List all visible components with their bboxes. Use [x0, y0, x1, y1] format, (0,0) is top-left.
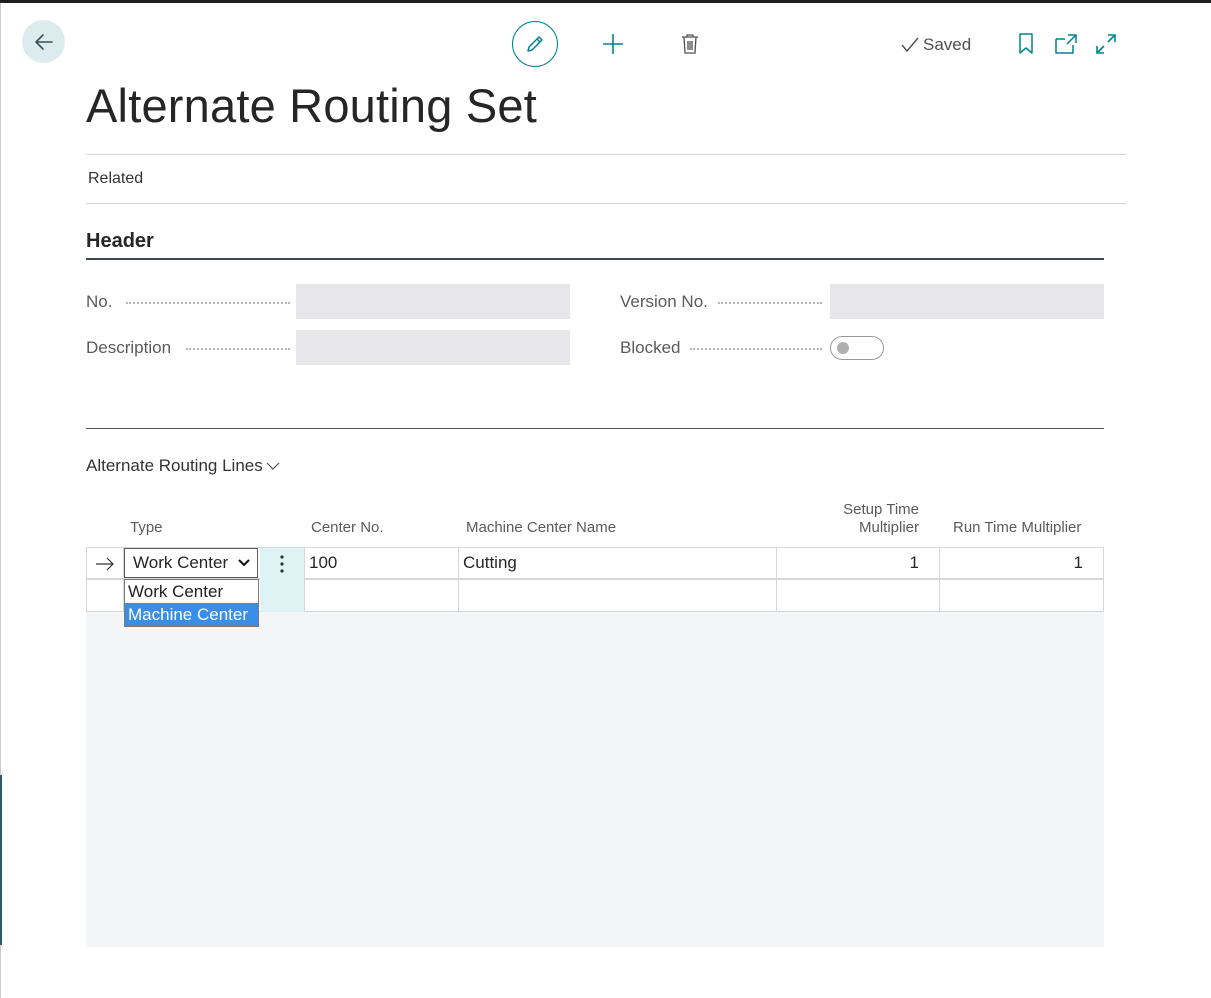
- column-header-line: Setup Time: [843, 501, 919, 518]
- no-field[interactable]: [296, 284, 570, 319]
- saved-label: Saved: [923, 35, 972, 54]
- setup-time-multiplier-cell[interactable]: 1: [776, 547, 940, 579]
- chevron-down-icon: [266, 462, 280, 470]
- back-button[interactable]: [22, 20, 65, 63]
- dropdown-option-work-center[interactable]: Work Center: [125, 580, 258, 603]
- center-no-cell[interactable]: 100: [304, 547, 459, 579]
- machine-center-name-cell[interactable]: [458, 579, 777, 612]
- lines-grid-empty-area: [86, 612, 1104, 947]
- chevron-down-icon: [238, 559, 250, 567]
- leader-dots: [126, 302, 290, 305]
- setup-time-multiplier-cell[interactable]: [776, 579, 940, 612]
- checkmark-icon: [901, 37, 919, 53]
- leader-dots: [718, 302, 822, 305]
- saved-status: Saved: [901, 34, 971, 56]
- edit-button[interactable]: [512, 21, 558, 67]
- vertical-ellipsis-icon: [280, 555, 284, 573]
- column-header-type[interactable]: Type: [130, 519, 163, 536]
- column-header-machine-center-name[interactable]: Machine Center Name: [466, 519, 616, 536]
- pencil-icon: [527, 36, 543, 52]
- divider: [86, 203, 1126, 204]
- version-no-field[interactable]: [830, 284, 1104, 319]
- version-no-label: Version No.: [620, 292, 708, 311]
- arrow-right-icon: [95, 556, 115, 577]
- no-label: No.: [86, 292, 113, 311]
- header-section-title: Header: [86, 230, 154, 252]
- open-new-window-button[interactable]: [1054, 32, 1078, 56]
- column-header-run-time-multiplier[interactable]: Run Time Multiplier: [953, 519, 1081, 536]
- center-no-cell[interactable]: [304, 579, 459, 612]
- divider: [86, 154, 1126, 155]
- plus-icon: [603, 34, 623, 54]
- blocked-label: Blocked: [620, 338, 681, 357]
- window-top-border: [0, 0, 1211, 3]
- blocked-toggle[interactable]: [830, 336, 884, 360]
- type-dropdown[interactable]: Work Center Machine Center: [124, 579, 259, 627]
- expand-icon: [1096, 34, 1116, 54]
- lines-section-title: Alternate Routing Lines: [86, 456, 263, 475]
- column-header-setup-time-multiplier[interactable]: Setup Time Multiplier: [790, 501, 919, 537]
- run-time-multiplier-cell[interactable]: 1: [939, 547, 1104, 579]
- leader-dots: [690, 348, 822, 351]
- description-label: Description: [86, 338, 172, 357]
- lines-section-rule: [86, 428, 1104, 429]
- bookmark-button[interactable]: [1017, 32, 1035, 56]
- header-section-rule: [86, 258, 1104, 260]
- bookmark-icon: [1019, 33, 1033, 54]
- machine-center-name-cell[interactable]: Cutting: [458, 547, 777, 579]
- leader-dots: [186, 348, 290, 351]
- window-left-edge-accent: [0, 775, 2, 945]
- description-field[interactable]: [296, 330, 570, 365]
- related-action[interactable]: Related: [88, 170, 143, 188]
- row-actions-button[interactable]: [260, 548, 304, 612]
- open-in-new-window-icon: [1055, 34, 1077, 54]
- arrow-left-icon: [34, 33, 53, 50]
- lines-section-toggle[interactable]: Alternate Routing Lines: [86, 456, 280, 476]
- trash-icon: [682, 34, 698, 54]
- column-header-line: Multiplier: [858, 519, 919, 536]
- row-indicator-cell: [86, 579, 124, 612]
- delete-button[interactable]: [680, 32, 700, 56]
- column-header-center-no[interactable]: Center No.: [311, 519, 384, 536]
- new-button[interactable]: [601, 32, 625, 56]
- toggle-knob: [837, 342, 849, 354]
- page-title: Alternate Routing Set: [86, 79, 537, 132]
- type-select-value: Work Center: [133, 553, 229, 572]
- type-select[interactable]: Work Center: [124, 548, 258, 578]
- expand-button[interactable]: [1094, 32, 1118, 56]
- dropdown-option-machine-center[interactable]: Machine Center: [125, 603, 258, 626]
- run-time-multiplier-cell[interactable]: [939, 579, 1104, 612]
